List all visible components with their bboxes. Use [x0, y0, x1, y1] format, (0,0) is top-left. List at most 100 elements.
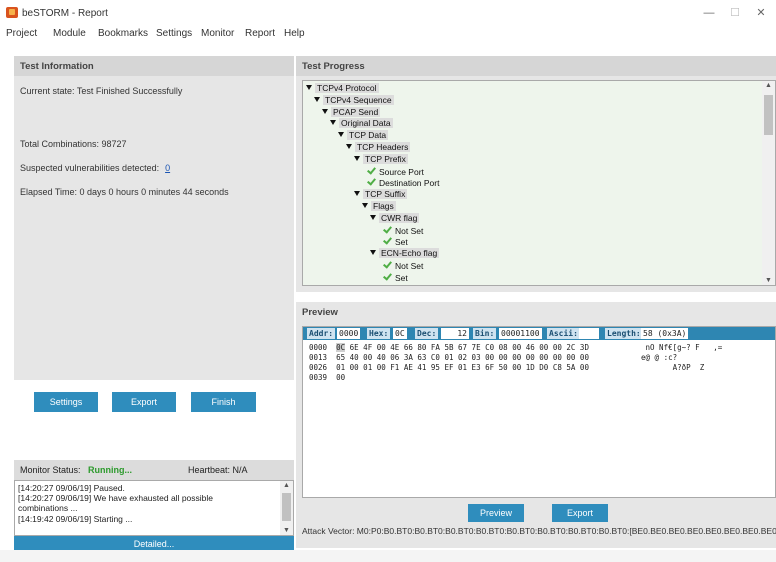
- tree-node-label: TCP Suffix: [363, 189, 408, 200]
- suspected-vulnerabilities-link[interactable]: 0: [165, 163, 170, 173]
- checkmark-icon: [366, 166, 376, 176]
- bin-key: Bin:: [473, 328, 497, 339]
- checkmark-icon: [382, 272, 392, 282]
- scroll-down-icon[interactable]: ▼: [762, 277, 775, 284]
- tree-node-leaf[interactable]: Not Set: [382, 225, 424, 236]
- hex-info-bar: Addr: 0000 Hex: 0C Dec: 12 Bin: 00001100…: [303, 327, 775, 340]
- test-progress-tree[interactable]: TCPv4 Protocol TCPv4 Sequence PCAP Send Ori…: [302, 80, 776, 286]
- tree-node-label: Not Set: [395, 225, 424, 236]
- export-button[interactable]: Export: [112, 392, 176, 412]
- tree-node-leaf[interactable]: Destination Port: [366, 177, 440, 188]
- hex-line: 0013 65 40 00 40 06 3A 63 C0 01 02 03 00…: [309, 353, 589, 363]
- menu-settings[interactable]: Settings: [156, 28, 192, 39]
- tree-node-branch[interactable]: Flags: [362, 201, 396, 212]
- expand-triangle-icon[interactable]: [362, 203, 368, 208]
- tree-node-label: TCP Headers: [355, 142, 411, 152]
- monitor-status-label: Monitor Status:: [20, 465, 81, 475]
- hex-line-bytes[interactable]: 65 40 00 40 06 3A 63 C0 01 02 03 00 00 0…: [336, 353, 589, 362]
- elapsed-time-text: Elapsed Time: 0 days 0 hours 0 minutes 4…: [20, 187, 229, 197]
- log-scroll-thumb[interactable]: [282, 493, 291, 521]
- app-logo-icon: [6, 7, 18, 18]
- checkmark-icon: [366, 177, 376, 187]
- expand-triangle-icon[interactable]: [354, 191, 360, 197]
- expand-triangle-icon[interactable]: [338, 132, 344, 138]
- checkmark-icon: [382, 260, 392, 270]
- tree-node-leaf[interactable]: Source Port: [366, 166, 425, 177]
- hex-line-ascii: e@ @ :c?: [641, 353, 678, 362]
- hex-preview[interactable]: Addr: 0000 Hex: 0C Dec: 12 Bin: 00001100…: [302, 326, 776, 498]
- test-information-title: Test Information: [20, 61, 94, 72]
- expand-triangle-icon[interactable]: [314, 96, 320, 102]
- menu-monitor[interactable]: Monitor: [201, 28, 234, 39]
- tree-node-branch[interactable]: TCP Suffix: [354, 189, 408, 200]
- tree-node-leaf[interactable]: Not Set: [382, 260, 424, 271]
- hex-line-ascii: nO Nf€[g~? F ,=: [641, 343, 723, 352]
- finish-button[interactable]: Finish: [191, 392, 256, 412]
- tree-node-branch[interactable]: CWR flag: [370, 212, 420, 224]
- monitor-status-value: Running...: [88, 465, 132, 475]
- expand-triangle-icon[interactable]: [306, 85, 312, 90]
- hex-selected-byte[interactable]: 0C: [336, 343, 346, 352]
- current-state-text: Current state: Test Finished Successfull…: [20, 86, 183, 96]
- menu-bookmarks[interactable]: Bookmarks: [98, 28, 148, 39]
- expand-triangle-icon[interactable]: [370, 214, 376, 220]
- expand-triangle-icon[interactable]: [346, 144, 352, 149]
- close-button[interactable]: ✕: [750, 5, 772, 21]
- tree-node-branch[interactable]: Original Data: [330, 118, 393, 129]
- hex-line-bytes[interactable]: 6E 4F 00 4E 66 80 FA 5B 67 7E C0 08 00 4…: [345, 343, 589, 352]
- tree-node-branch[interactable]: TCP Data: [338, 130, 389, 141]
- scroll-up-icon[interactable]: ▲: [762, 82, 775, 89]
- log-line: [14:20:27 09/06/19] We have exhausted al…: [18, 493, 214, 503]
- monitor-status-bar: Monitor Status: Running... Heartbeat: N/…: [14, 460, 294, 480]
- hex-line-bytes[interactable]: 00: [336, 373, 345, 382]
- tree-scroll-thumb[interactable]: [764, 95, 773, 135]
- ascii-value: [579, 328, 599, 339]
- tree-scrollbar[interactable]: ▲ ▼: [762, 81, 775, 285]
- tree-node-label: TCP Data: [347, 130, 389, 141]
- test-progress-header: Test Progress: [296, 56, 776, 76]
- menu-help[interactable]: Help: [284, 28, 305, 39]
- tree-node-label: Not Set: [395, 261, 424, 271]
- log-scrollbar[interactable]: ▲ ▼: [280, 481, 293, 535]
- bin-value: 00001100: [499, 328, 542, 339]
- expand-triangle-icon[interactable]: [370, 250, 376, 256]
- maximize-button[interactable]: ☐: [724, 5, 746, 21]
- tree-node-label: CWR flag: [379, 212, 420, 223]
- tree-node-branch[interactable]: TCPv4 Sequence: [314, 94, 394, 106]
- tree-node-label: ECN-Echo flag: [379, 248, 440, 259]
- tree-node-branch[interactable]: TCP Prefix: [354, 153, 408, 165]
- tree-node-branch[interactable]: ECN-Echo flag: [370, 248, 440, 259]
- tree-node-branch[interactable]: TCP Headers: [346, 142, 411, 153]
- expand-triangle-icon[interactable]: [354, 155, 360, 161]
- settings-button[interactable]: Settings: [34, 392, 98, 412]
- preview-header: Preview: [296, 302, 776, 322]
- hex-line-address: 0000: [309, 343, 337, 352]
- log-line: [14:20:27 09/06/19] Paused.: [18, 483, 125, 493]
- addr-key: Addr:: [307, 328, 336, 339]
- monitor-log[interactable]: [14:20:27 09/06/19] Paused. [14:20:27 09…: [14, 480, 294, 536]
- ascii-key: Ascii:: [547, 328, 580, 339]
- test-progress-title: Test Progress: [302, 61, 365, 72]
- scroll-down-icon[interactable]: ▼: [280, 527, 293, 534]
- tree-node-branch[interactable]: TCPv4 Protocol: [306, 83, 379, 94]
- title-bar: beSTORM - Report — ☐ ✕: [0, 0, 776, 26]
- dec-value: 12: [441, 328, 469, 339]
- minimize-button[interactable]: —: [698, 5, 720, 21]
- menu-project[interactable]: Project: [6, 28, 37, 39]
- preview-export-button[interactable]: Export: [552, 504, 608, 522]
- menu-report[interactable]: Report: [245, 28, 275, 39]
- hex-line-bytes[interactable]: 01 00 01 00 F1 AE 41 95 EF 01 E3 6F 50 0…: [336, 363, 589, 372]
- expand-triangle-icon[interactable]: [330, 120, 336, 126]
- log-line: [14:19:42 09/06/19] Starting ...: [18, 514, 133, 524]
- preview-button[interactable]: Preview: [468, 504, 524, 522]
- hex-line-ascii: A?ðP Z: [641, 363, 705, 372]
- tree-node-label: Set: [395, 272, 408, 283]
- expand-triangle-icon[interactable]: [322, 108, 328, 114]
- tree-node-leaf[interactable]: Set: [382, 236, 409, 247]
- menu-module[interactable]: Module: [53, 28, 86, 39]
- tree-node-branch[interactable]: PCAP Send: [322, 106, 381, 118]
- tree-node-leaf[interactable]: Set: [382, 272, 409, 283]
- tree-node-label: TCP Prefix: [363, 153, 408, 164]
- scroll-up-icon[interactable]: ▲: [280, 482, 293, 489]
- tree-node-label: TCPv4 Protocol: [315, 83, 379, 93]
